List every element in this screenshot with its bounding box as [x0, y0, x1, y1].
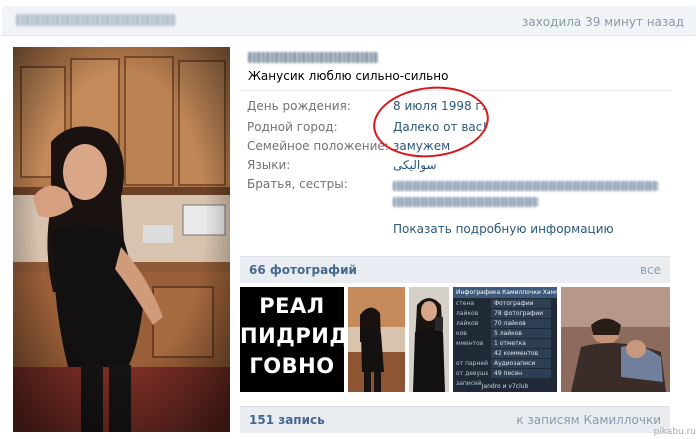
infographic-stat: 42 комментов	[491, 349, 551, 358]
infographic-footer: Jandro и v7club	[481, 383, 529, 390]
profile-status: Жанусик люблю сильно-сильно	[248, 69, 449, 83]
field-languages-value[interactable]: سوالیکی	[393, 158, 437, 172]
infographic-left-item: лайков	[456, 320, 479, 327]
meme-line-3: ГОВНО	[249, 354, 335, 378]
infographic-left-column: стена лайков лайков ков мментов от парне…	[456, 299, 488, 389]
meme-line-2: ПИДРИД	[240, 324, 344, 348]
photo-thumb-infographic[interactable]: Инфографика Камиллочки Хамгокос стена ла…	[453, 287, 557, 392]
field-languages-label: Языки:	[247, 158, 291, 172]
photo-thumb-couple-image	[561, 287, 670, 392]
photos-section-header[interactable]: 66 фотографий все	[240, 256, 670, 283]
photo-thumb-couple[interactable]	[561, 287, 670, 392]
infographic-left-item: лайков	[456, 310, 479, 317]
infographic-left-item: от парней	[456, 360, 488, 367]
infographic-stat: Фотографии	[491, 299, 551, 308]
pikabu-watermark: pikabu.ru	[653, 427, 696, 437]
photo-thumbnails: РЕАЛ ПИДРИД ГОВНО Инфографика Камиллочки…	[240, 287, 670, 392]
infographic-stat: 78 фотографии	[491, 309, 551, 318]
photo-thumb-kitchen-image	[348, 287, 405, 392]
profile-photo[interactable]	[13, 47, 230, 432]
show-more-info-link[interactable]: Показать подробную информацию	[393, 222, 614, 236]
photos-all-link[interactable]: все	[640, 263, 661, 277]
infographic-stat: 49 песен	[491, 369, 551, 378]
photo-thumb-selfie[interactable]	[409, 287, 449, 392]
field-hometown-label: Родной город:	[247, 120, 338, 134]
photo-thumb-kitchen[interactable]	[348, 287, 405, 392]
infographic-left-item: стена	[456, 300, 475, 307]
infographic-stat: 70 лайков	[491, 319, 551, 328]
infographic-left-item	[456, 349, 488, 358]
infographic-stat: 1 отметка	[491, 339, 551, 348]
posts-count[interactable]: 151 запись	[249, 413, 325, 427]
blurred-name	[16, 14, 176, 26]
field-birthday-label: День рождения:	[247, 99, 351, 113]
profile-photo-image	[13, 47, 230, 432]
posts-section-header[interactable]: 151 запись к записям Камиллочки	[240, 406, 670, 433]
profile-page: заходила 39 минут назад Жанусик люблю си…	[0, 0, 700, 439]
field-siblings-label: Братья, сестры:	[247, 177, 348, 191]
photo-thumb-meme[interactable]: РЕАЛ ПИДРИД ГОВНО	[240, 287, 344, 392]
infographic-left-item: ков	[456, 330, 467, 337]
meme-line-1: РЕАЛ	[259, 294, 325, 318]
infographic-stats: Фотографии 78 фотографии 70 лайков 5 лай…	[491, 299, 551, 379]
infographic-left-item: мментов	[456, 340, 484, 347]
photos-count[interactable]: 66 фотографий	[249, 263, 357, 277]
infographic-left-item: от девушек	[456, 370, 488, 377]
blurred-siblings-line-2	[393, 197, 538, 207]
infographic-stat: Аудиозаписи	[491, 359, 551, 368]
field-relationship-label: Семейное положение:	[247, 139, 389, 153]
photo-thumb-selfie-image	[409, 287, 449, 392]
posts-link[interactable]: к записям Камиллочки	[516, 413, 661, 427]
infographic-title: Инфографика Камиллочки Хамгокос	[453, 287, 557, 298]
blurred-full-name	[248, 52, 378, 63]
profile-header: заходила 39 минут назад	[2, 6, 696, 36]
last-seen-status: заходила 39 минут назад	[521, 15, 684, 29]
blurred-siblings-line-1	[393, 181, 658, 191]
infographic-stat: 5 лайков	[491, 329, 551, 338]
